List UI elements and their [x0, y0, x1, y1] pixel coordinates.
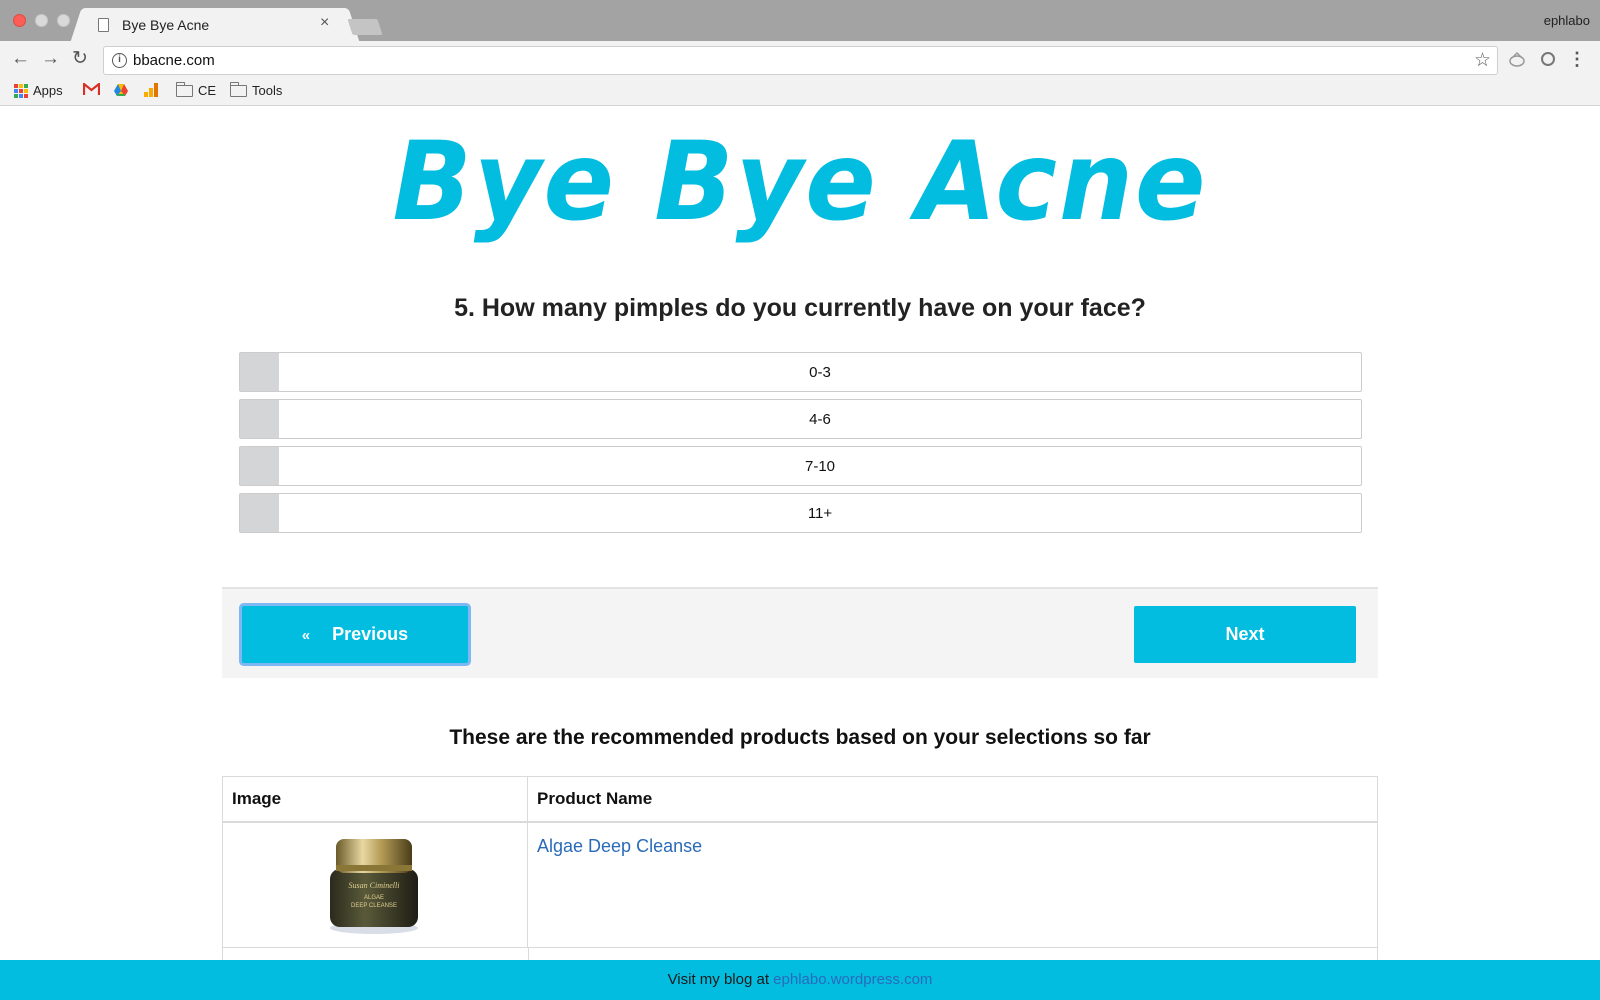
option-label: 7-10 [804, 458, 836, 475]
double-chevron-left-icon: « [301, 627, 311, 644]
jar-line2: DEEP CLEANSE [351, 903, 397, 909]
url-text[interactable]: bbacne.com [133, 52, 215, 69]
previous-button[interactable]: « Previous [242, 606, 468, 663]
option-select-box[interactable] [240, 353, 279, 391]
forward-icon[interactable]: → [41, 49, 60, 69]
column-header-image: Image [223, 777, 528, 821]
answer-option[interactable]: 11+ [239, 493, 1362, 533]
back-icon[interactable]: ← [11, 49, 30, 69]
column-header-product-name: Product Name [537, 789, 653, 808]
option-label: 11+ [807, 505, 833, 522]
close-window-icon[interactable] [13, 14, 26, 27]
bookmarks-bar: Apps CE Tools [0, 79, 1600, 106]
gmail-icon [83, 83, 100, 95]
footer-bar: Visit my blog at ephlabo.wordpress.com [0, 960, 1600, 1000]
folder-icon [176, 81, 193, 97]
drive-icon [114, 84, 128, 96]
next-label: Next [1225, 624, 1265, 644]
jar-line1: ALGAE [364, 895, 384, 901]
bookmark-label: Tools [252, 83, 283, 98]
browser-titlebar: Bye Bye Acne × ephlabo [0, 0, 1600, 42]
bookmark-drive[interactable] [113, 83, 129, 97]
new-tab-button[interactable] [347, 19, 383, 35]
bookmark-folder-ce[interactable]: CE [176, 81, 217, 98]
browser-toolbar: ← → ↻ i bbacne.com ☆ ⋮ [0, 41, 1600, 79]
answer-option[interactable]: 4-6 [239, 399, 1362, 439]
profile-name[interactable]: ephlabo [1544, 13, 1590, 28]
table-row: Susan Ciminelli ALGAE DEEP CLEANSE Algae… [223, 823, 1377, 948]
answer-option[interactable]: 7-10 [239, 446, 1362, 486]
tab-close-icon[interactable]: × [320, 14, 329, 32]
bookmark-star-icon[interactable]: ☆ [1474, 49, 1491, 72]
analytics-icon [144, 83, 158, 97]
site-logo: Bye Bye Acne [392, 116, 1208, 246]
product-jar-image: Susan Ciminelli ALGAE DEEP CLEANSE [330, 839, 418, 934]
footer-text: Visit my blog at [667, 971, 774, 988]
product-link[interactable]: Algae Deep Cleanse [537, 836, 702, 856]
browser-tab[interactable]: Bye Bye Acne × [84, 8, 346, 42]
product-name-cell: Algae Deep Cleanse [528, 823, 1377, 870]
apps-grid-icon [14, 83, 28, 98]
products-table: Image Product Name Susan Ciminelli ALGAE… [222, 776, 1378, 978]
address-bar[interactable]: i bbacne.com ☆ [103, 46, 1498, 75]
kebab-menu-icon[interactable]: ⋮ [1568, 49, 1586, 70]
bookmark-label: CE [198, 83, 217, 98]
bookmark-apps[interactable]: Apps [14, 83, 63, 98]
bookmark-label: Apps [33, 83, 63, 98]
option-select-box[interactable] [240, 494, 279, 532]
product-image-cell: Susan Ciminelli ALGAE DEEP CLEANSE [223, 823, 528, 948]
reload-icon[interactable]: ↻ [72, 49, 88, 69]
next-button[interactable]: Next [1134, 606, 1356, 663]
blog-link[interactable]: ephlabo.wordpress.com [773, 971, 932, 988]
tab-title: Bye Bye Acne [122, 17, 210, 33]
info-icon[interactable]: i [112, 53, 127, 68]
quiz-navigation: « Previous Next [222, 587, 1378, 678]
question-title: 5. How many pimples do you currently hav… [454, 294, 1146, 322]
bookmark-folder-tools[interactable]: Tools [230, 81, 283, 98]
answer-option[interactable]: 0-3 [239, 352, 1362, 392]
document-icon [98, 18, 109, 32]
recommendations-heading: These are the recommended products based… [449, 726, 1151, 749]
circle-extension-icon[interactable] [1539, 50, 1557, 68]
option-label: 0-3 [809, 364, 831, 381]
jar-brand: Susan Ciminelli [349, 881, 400, 890]
previous-label: Previous [332, 624, 409, 644]
folder-icon [230, 81, 247, 97]
option-select-box[interactable] [240, 400, 279, 438]
option-label: 4-6 [809, 411, 831, 428]
extension-icon[interactable] [1508, 50, 1526, 68]
bookmark-analytics[interactable] [143, 83, 159, 97]
maximize-window-icon[interactable] [57, 14, 70, 27]
option-select-box[interactable] [240, 447, 279, 485]
bookmark-gmail[interactable] [83, 83, 100, 96]
minimize-window-icon[interactable] [35, 14, 48, 27]
